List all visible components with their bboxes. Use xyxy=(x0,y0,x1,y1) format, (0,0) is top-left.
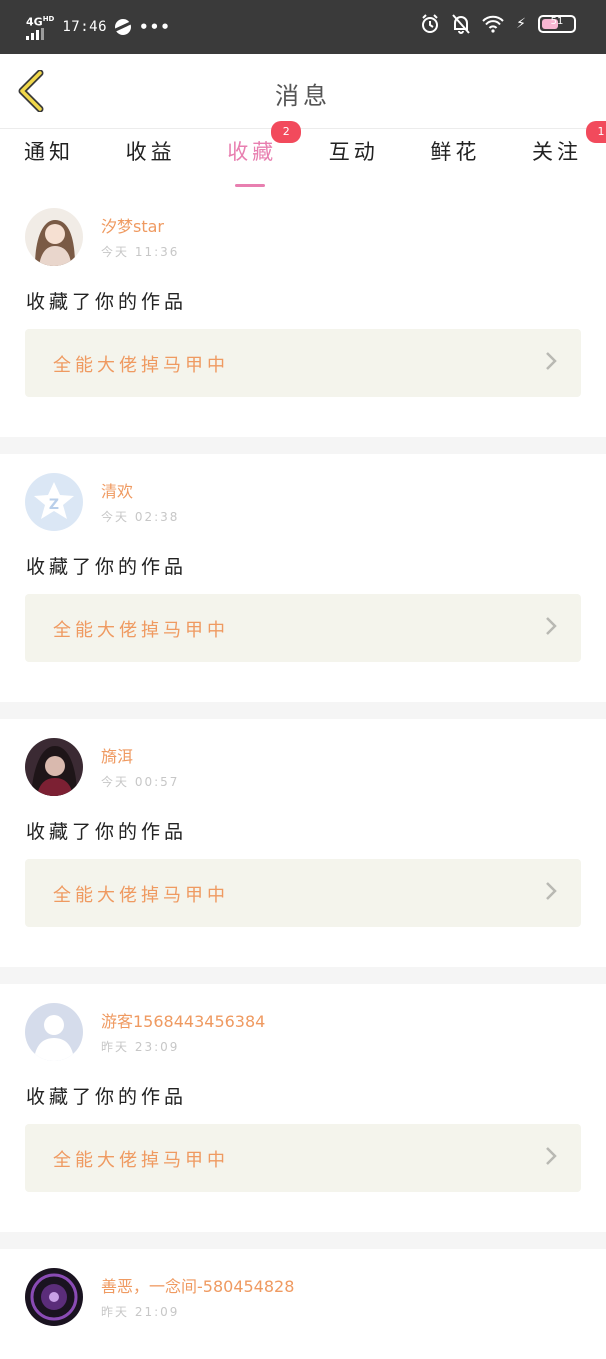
user-name[interactable]: 清欢 xyxy=(101,478,133,502)
work-card[interactable]: 全能大佬掉马甲中 xyxy=(25,594,581,662)
tab-label: 互动 xyxy=(328,140,379,164)
charging-icon: ⚡ xyxy=(516,16,526,32)
work-card[interactable]: 全能大佬掉马甲中 xyxy=(25,329,581,397)
more-notifications: ••• xyxy=(139,17,171,36)
tab-earnings[interactable]: 收益 xyxy=(126,129,176,183)
unread-badge: 1 xyxy=(585,121,606,143)
divider xyxy=(0,1232,606,1249)
unread-badge: 2 xyxy=(271,121,302,143)
network-indicator: 4GHD xyxy=(26,14,54,40)
timestamp: 今天 02:38 xyxy=(101,510,180,524)
avatar[interactable]: Z xyxy=(25,473,83,531)
app-header: 消息 xyxy=(0,54,606,129)
active-tab-indicator xyxy=(235,184,266,187)
mute-bell-icon xyxy=(452,14,470,34)
user-name[interactable]: 旖洱 xyxy=(101,743,133,767)
list-item: Z 清欢 今天 02:38 收藏了你的作品 全能大佬掉马甲中 xyxy=(0,454,606,702)
user-name[interactable]: 汐梦star xyxy=(101,213,164,237)
user-name[interactable]: 游客1568443456384 xyxy=(101,1008,265,1032)
tab-label: 收益 xyxy=(125,140,176,164)
chevron-right-icon xyxy=(546,352,557,370)
tab-follows[interactable]: 关注 1 xyxy=(531,121,606,183)
timestamp: 今天 00:57 xyxy=(101,775,180,789)
chevron-right-icon xyxy=(546,1147,557,1165)
alarm-icon xyxy=(422,14,439,33)
list-item: 善恶，一念间-580454828 昨天 21:09 xyxy=(0,1249,606,1359)
tab-notifications[interactable]: 通知 xyxy=(24,129,74,183)
status-bar: 4GHD 17:46 ••• ⚡ 51 xyxy=(0,0,606,54)
signal-icon xyxy=(26,27,54,40)
tab-interactions[interactable]: 互动 xyxy=(329,129,379,183)
svg-text:Z: Z xyxy=(49,497,59,513)
divider xyxy=(0,967,606,984)
work-title: 全能大佬掉马甲中 xyxy=(53,355,229,376)
tab-label: 鲜花 xyxy=(430,140,481,164)
app-notification-icon xyxy=(115,18,132,35)
chevron-right-icon xyxy=(546,882,557,900)
list-item: 游客1568443456384 昨天 23:09 收藏了你的作品 全能大佬掉马甲… xyxy=(0,984,606,1232)
battery-icon: 51 xyxy=(538,15,576,33)
action-text: 收藏了你的作品 xyxy=(26,291,188,313)
timestamp: 昨天 23:09 xyxy=(101,1040,180,1054)
chevron-right-icon xyxy=(546,617,557,635)
network-hd: HD xyxy=(42,15,55,23)
action-text: 收藏了你的作品 xyxy=(26,1086,188,1108)
user-name[interactable]: 善恶，一念间-580454828 xyxy=(101,1273,294,1297)
message-list: 汐梦star 今天 11:36 收藏了你的作品 全能大佬掉马甲中 Z 清欢 今天… xyxy=(0,189,606,1359)
timestamp: 昨天 21:09 xyxy=(101,1305,180,1319)
action-text: 收藏了你的作品 xyxy=(26,556,188,578)
battery-level: 51 xyxy=(550,16,564,27)
page-title: 消息 xyxy=(275,82,331,110)
work-card[interactable]: 全能大佬掉马甲中 xyxy=(25,1124,581,1192)
action-text: 收藏了你的作品 xyxy=(26,821,188,843)
avatar[interactable] xyxy=(25,738,83,796)
wifi-icon xyxy=(482,15,504,33)
work-title: 全能大佬掉马甲中 xyxy=(53,885,229,906)
work-title: 全能大佬掉马甲中 xyxy=(53,1150,229,1171)
avatar[interactable] xyxy=(25,1003,83,1061)
clock: 17:46 xyxy=(62,18,108,35)
list-item: 汐梦star 今天 11:36 收藏了你的作品 全能大佬掉马甲中 xyxy=(0,189,606,437)
avatar[interactable] xyxy=(25,1268,83,1326)
tab-label: 收藏 xyxy=(227,140,278,164)
tab-flowers[interactable]: 鲜花 xyxy=(430,129,480,183)
tab-label: 通知 xyxy=(24,140,74,164)
divider xyxy=(0,437,606,454)
work-card[interactable]: 全能大佬掉马甲中 xyxy=(25,859,581,927)
tab-bar: 通知 收益 收藏 2 互动 鲜花 关注 1 xyxy=(0,121,606,187)
tab-label: 关注 xyxy=(531,140,582,164)
list-item: 旖洱 今天 00:57 收藏了你的作品 全能大佬掉马甲中 xyxy=(0,719,606,967)
timestamp: 今天 11:36 xyxy=(101,245,180,259)
tab-favorites[interactable]: 收藏 2 xyxy=(227,121,302,187)
work-title: 全能大佬掉马甲中 xyxy=(53,620,229,641)
avatar[interactable] xyxy=(25,208,83,266)
divider xyxy=(0,702,606,719)
